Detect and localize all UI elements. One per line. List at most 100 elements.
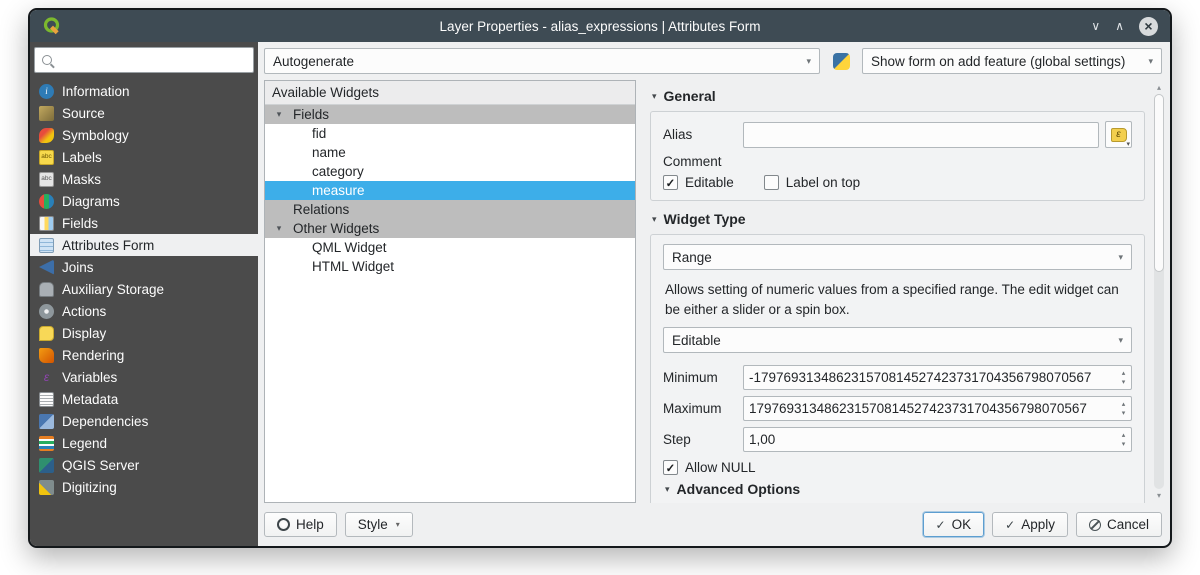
checkbox-unchecked-icon[interactable]: [763, 175, 779, 190]
checkbox-checked-icon[interactable]: [663, 175, 678, 190]
form-toolbar: Autogenerate ▾ Show form on add feature …: [258, 42, 1170, 78]
sidebar-item-label: Symbology: [62, 127, 129, 143]
minimum-label: Minimum: [663, 370, 718, 386]
close-icon[interactable]: ×: [1139, 16, 1158, 36]
vertical-scrollbar[interactable]: ▴ ▾: [1152, 80, 1166, 503]
tree-item-fid[interactable]: fid: [265, 124, 635, 143]
label-on-top-checkbox[interactable]: Label on top: [763, 175, 861, 190]
apply-button-label: Apply: [1021, 517, 1055, 532]
available-widgets-title: Available Widgets: [265, 81, 635, 105]
widget-type-combo-value: Range: [672, 249, 712, 265]
sidebar-item-symbology[interactable]: Symbology: [30, 124, 258, 146]
sidebar-nav: Information Source Symbology Labels Mask…: [30, 77, 258, 546]
ok-button[interactable]: ✓ OK: [922, 512, 985, 537]
sidebar-item-display[interactable]: Display: [30, 322, 258, 344]
auxiliary-storage-icon: [39, 281, 54, 297]
sidebar-item-diagrams[interactable]: Diagrams: [30, 190, 258, 212]
ok-button-label: OK: [951, 517, 972, 532]
sidebar-item-label: Digitizing: [62, 479, 117, 495]
sidebar-item-auxiliary-storage[interactable]: Auxiliary Storage: [30, 278, 258, 300]
scrollbar-thumb[interactable]: [1154, 94, 1164, 272]
sidebar-item-attributes-form[interactable]: Attributes Form: [30, 234, 258, 256]
label-on-top-checkbox-label: Label on top: [785, 175, 861, 190]
sidebar-item-actions[interactable]: Actions: [30, 300, 258, 322]
style-button[interactable]: Style ▾: [344, 512, 413, 537]
sidebar-item-rendering[interactable]: Rendering: [30, 344, 258, 366]
range-mode-combo[interactable]: Editable ▾: [663, 327, 1132, 354]
alias-expression-button[interactable]: ε ▾: [1105, 121, 1132, 148]
tree-group-relations[interactable]: Relations: [265, 200, 635, 219]
widget-type-section-title: Widget Type: [663, 211, 746, 227]
editable-checkbox[interactable]: Editable: [663, 175, 734, 190]
sidebar-item-dependencies[interactable]: Dependencies: [30, 410, 258, 432]
sidebar-item-qgis-server[interactable]: QGIS Server: [30, 454, 258, 476]
cancel-button[interactable]: Cancel: [1075, 512, 1162, 537]
apply-button[interactable]: ✓ Apply: [992, 512, 1068, 537]
sidebar-item-label: Variables: [62, 369, 118, 385]
tree-group-fields[interactable]: ▾ Fields: [265, 105, 635, 124]
tree-group-label: Other Widgets: [293, 221, 380, 236]
search-input[interactable]: [59, 52, 246, 68]
spinner-icons[interactable]: ▴ ▾: [1116, 428, 1131, 451]
properties-sidebar: Information Source Symbology Labels Mask…: [30, 42, 258, 546]
sidebar-item-joins[interactable]: Joins: [30, 256, 258, 278]
tree-item-qml-widget[interactable]: QML Widget: [265, 238, 635, 257]
show-form-combo[interactable]: Show form on add feature (global setting…: [862, 48, 1162, 74]
tree-item-html-widget[interactable]: HTML Widget: [265, 257, 635, 276]
checkbox-checked-icon[interactable]: [663, 460, 678, 476]
collapse-triangle-icon: ▾: [652, 90, 657, 101]
maximize-icon[interactable]: ∧: [1115, 20, 1124, 32]
expander-icon[interactable]: ▾: [265, 109, 293, 120]
scroll-up-icon[interactable]: ▴: [1157, 82, 1161, 93]
sidebar-item-fields[interactable]: Fields: [30, 212, 258, 234]
title-bar[interactable]: Layer Properties - alias_expressions | A…: [30, 10, 1170, 42]
tree-item-label: fid: [312, 126, 327, 141]
expression-icon: ε: [1110, 127, 1127, 142]
scroll-down-icon[interactable]: ▾: [1157, 490, 1161, 501]
minimize-icon[interactable]: ∨: [1091, 20, 1100, 32]
sidebar-item-label: Actions: [62, 303, 107, 319]
help-button[interactable]: Help: [264, 512, 337, 537]
step-spinbox[interactable]: 1,00 ▴ ▾: [743, 427, 1132, 453]
spinner-icons[interactable]: ▴ ▾: [1116, 397, 1131, 420]
sidebar-item-information[interactable]: Information: [30, 80, 258, 102]
scrollbar-track[interactable]: [1154, 94, 1164, 489]
form-layout-combo[interactable]: Autogenerate ▾: [264, 48, 820, 74]
sidebar-item-digitizing[interactable]: Digitizing: [30, 476, 258, 498]
sidebar-item-label: Attributes Form: [62, 237, 155, 253]
widget-type-description: Allows setting of numeric values from a …: [665, 282, 1119, 317]
sidebar-item-label: Metadata: [62, 391, 119, 407]
advanced-options-header[interactable]: ▾ Advanced Options: [665, 481, 1132, 497]
widget-type-section-header[interactable]: ▾ Widget Type: [652, 211, 1145, 227]
metadata-icon: [39, 391, 54, 407]
tree-item-measure[interactable]: measure: [265, 181, 635, 200]
sidebar-item-source[interactable]: Source: [30, 102, 258, 124]
python-init-button[interactable]: [828, 48, 854, 74]
widget-type-combo[interactable]: Range ▾: [663, 244, 1132, 270]
allow-null-checkbox[interactable]: Allow NULL: [663, 460, 756, 476]
alias-input[interactable]: [743, 121, 1099, 148]
tree-item-label: HTML Widget: [312, 259, 395, 274]
sidebar-item-labels[interactable]: Labels: [30, 146, 258, 168]
expander-icon[interactable]: ▾: [265, 223, 293, 234]
maximum-spinbox[interactable]: 1797693134862315708145274237317043567980…: [743, 396, 1132, 422]
tree-group-other-widgets[interactable]: ▾ Other Widgets: [265, 219, 635, 238]
sidebar-item-variables[interactable]: Variables: [30, 366, 258, 388]
help-icon: [277, 518, 290, 531]
sidebar-search[interactable]: [34, 47, 254, 73]
tree-item-label: QML Widget: [312, 240, 387, 255]
tree-group-label: Relations: [293, 202, 350, 217]
sidebar-item-label: Diagrams: [62, 193, 120, 209]
general-section-header[interactable]: ▾ General: [652, 88, 1145, 104]
tree-item-category[interactable]: category: [265, 162, 635, 181]
spinner-icons[interactable]: ▴ ▾: [1116, 366, 1131, 389]
style-button-label: Style: [357, 517, 388, 532]
sidebar-item-label: Fields: [62, 215, 99, 231]
chevron-down-icon: ▾: [806, 55, 811, 66]
sidebar-item-legend[interactable]: Legend: [30, 432, 258, 454]
tree-item-name[interactable]: name: [265, 143, 635, 162]
sidebar-item-masks[interactable]: Masks: [30, 168, 258, 190]
minimum-spinbox[interactable]: -179769313486231570814527423731704356798…: [743, 365, 1132, 391]
sidebar-item-metadata[interactable]: Metadata: [30, 388, 258, 410]
sidebar-item-label: Auxiliary Storage: [62, 281, 165, 297]
